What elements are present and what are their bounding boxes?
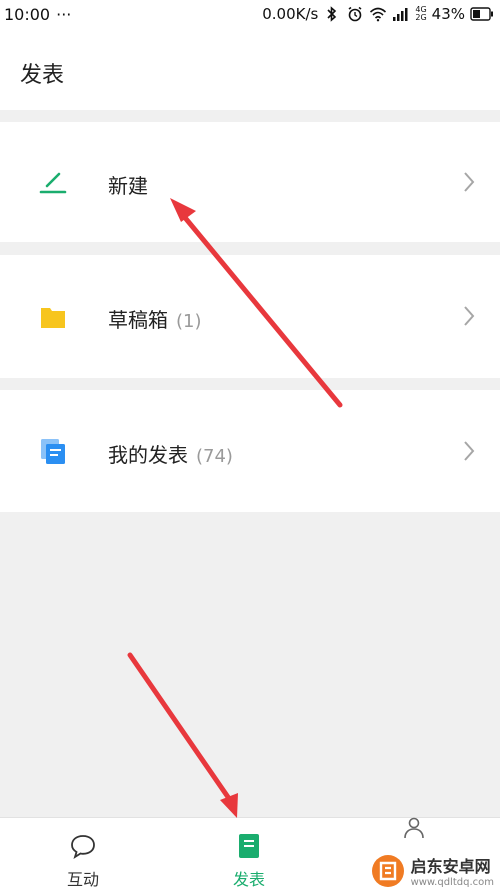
new-post-item[interactable]: 新建 (0, 122, 500, 242)
new-post-text: 新建 (108, 174, 148, 198)
tab-interaction-label: 互动 (66, 870, 99, 889)
tab-publish[interactable]: 发表 (166, 818, 332, 893)
watermark: 启东安卓网 www.qdltdq.com (371, 853, 494, 888)
network-speed: 0.00K/s (262, 5, 319, 23)
battery-percent: 43% (431, 5, 465, 23)
status-right: 0.00K/s 4G 2G 43% (262, 5, 494, 23)
watermark-url: www.qdltdq.com (410, 877, 494, 888)
page-title: 发表 (20, 63, 65, 88)
watermark-logo (371, 854, 404, 887)
page-header: 发表 (0, 30, 500, 110)
tab-publish-label: 发表 (232, 870, 265, 889)
alarm-icon (348, 6, 362, 22)
bluetooth-icon (327, 6, 337, 22)
my-posts-text: 我的发表 (108, 443, 188, 467)
my-posts-count: (74) (196, 446, 233, 467)
empty-content-area (0, 512, 500, 817)
my-posts-item[interactable]: 我的发表 (74) (0, 390, 500, 512)
network-type-bottom: 2G (415, 13, 427, 22)
wifi-icon (370, 7, 387, 22)
documents-icon (41, 439, 65, 464)
drafts-text: 草稿箱 (108, 308, 168, 332)
watermark-text: 启东安卓网 www.qdltdq.com (411, 853, 494, 888)
chat-bubble-icon (71, 835, 95, 860)
watermark-title: 启东安卓网 (410, 857, 491, 876)
chevron-right-icon (464, 172, 475, 192)
new-post-label: 新建 (108, 170, 148, 199)
status-time: 10:00 (4, 5, 51, 24)
chevron-right-icon (464, 306, 475, 326)
network-type: 4G 2G (415, 6, 426, 22)
signal-icon (393, 8, 408, 21)
tab-interaction[interactable]: 互动 (0, 818, 166, 893)
status-more: ··· (56, 5, 72, 24)
my-posts-label: 我的发表 (74) (108, 439, 233, 468)
drafts-label: 草稿箱 (1) (108, 304, 202, 333)
chevron-right-icon (464, 441, 475, 461)
battery-icon (470, 7, 493, 21)
drafts-item[interactable]: 草稿箱 (1) (0, 255, 500, 378)
person-icon (404, 817, 424, 839)
document-icon (239, 834, 259, 858)
drafts-count: (1) (176, 311, 202, 332)
status-bar: 10:00 ··· 0.00K/s 4G 2G 43% (0, 0, 500, 30)
pen-icon (39, 172, 67, 194)
status-left: 10:00 ··· (4, 5, 71, 24)
folder-icon (41, 308, 65, 328)
